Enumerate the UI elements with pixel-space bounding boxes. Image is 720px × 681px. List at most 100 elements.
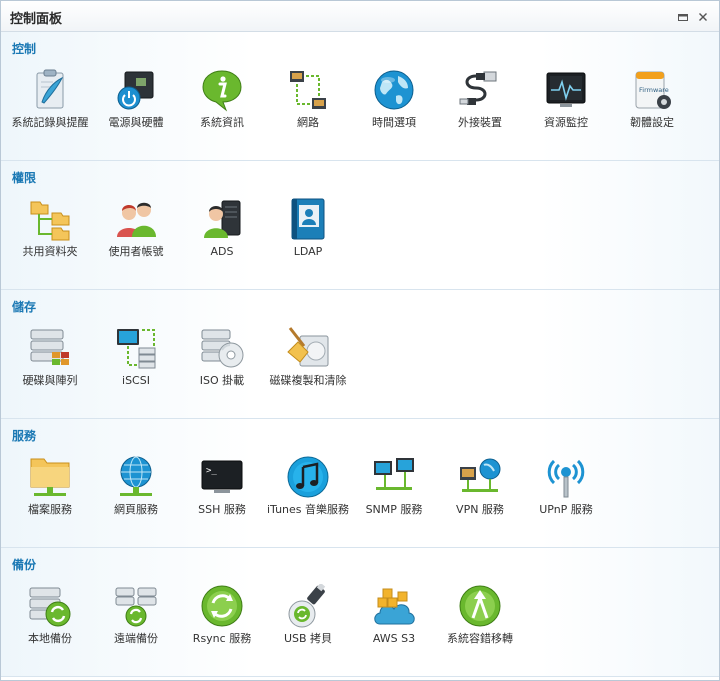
item-iso-mount[interactable]: ISO 掛載 xyxy=(179,324,265,416)
item-snmp-service[interactable]: SNMP 服務 xyxy=(351,453,437,545)
disk-clean-broom-icon xyxy=(286,326,330,370)
item-usb-copy[interactable]: USB 拷貝 xyxy=(265,582,351,674)
web-service-globe-icon xyxy=(114,455,158,499)
title-bar: 控制面板 xyxy=(1,1,719,32)
item-remote-backup[interactable]: 遠端備份 xyxy=(93,582,179,674)
item-system-info[interactable]: 系統資訊 xyxy=(179,66,265,158)
item-file-service[interactable]: 檔案服務 xyxy=(7,453,93,545)
item-ldap[interactable]: LDAP xyxy=(265,195,351,287)
ldap-book-icon xyxy=(286,197,330,241)
control-panel-window: 控制面板 控制 系統記錄與提醒 電源與硬體 系統資訊 網路 時間選項 外接裝置 … xyxy=(0,0,720,681)
item-local-backup[interactable]: 本地備份 xyxy=(7,582,93,674)
item-label: 共用資料夾 xyxy=(22,245,78,258)
failover-icon xyxy=(458,584,502,628)
disk-array-icon xyxy=(28,326,72,370)
item-label: Rsync 服務 xyxy=(192,632,252,645)
item-disk-raid[interactable]: 硬碟與陣列 xyxy=(7,324,93,416)
item-label: USB 拷貝 xyxy=(283,632,333,645)
info-bubble-icon xyxy=(200,68,244,112)
item-itunes-service[interactable]: iTunes 音樂服務 xyxy=(265,453,351,545)
item-power-hardware[interactable]: 電源與硬體 xyxy=(93,66,179,158)
item-label: SSH 服務 xyxy=(198,503,246,516)
item-label: 系統記錄與提醒 xyxy=(11,116,89,129)
item-network[interactable]: 網路 xyxy=(265,66,351,158)
item-label: 網路 xyxy=(297,116,319,129)
item-label: 本地備份 xyxy=(28,632,72,645)
section-title: 儲存 xyxy=(12,300,37,314)
usb-cable-icon xyxy=(458,68,502,112)
item-resource-monitor[interactable]: 資源監控 xyxy=(523,66,609,158)
section-services: 服務 檔案服務 網頁服務 >_ SSH 服務 iTunes 音樂服務 SNMP … xyxy=(1,419,719,548)
item-system-log[interactable]: 系統記錄與提醒 xyxy=(7,66,93,158)
item-upnp-service[interactable]: UPnP 服務 xyxy=(523,453,609,545)
item-aws-s3[interactable]: AWS S3 xyxy=(351,582,437,674)
rsync-icon xyxy=(200,584,244,628)
item-label: 硬碟與陣列 xyxy=(22,374,78,387)
item-rsync-service[interactable]: Rsync 服務 xyxy=(179,582,265,674)
item-label: ADS xyxy=(210,245,234,258)
upnp-antenna-icon xyxy=(544,455,588,499)
vpn-icon xyxy=(458,455,502,499)
item-web-service[interactable]: 網頁服務 xyxy=(93,453,179,545)
item-iscsi[interactable]: iSCSI xyxy=(93,324,179,416)
file-service-folder-icon xyxy=(28,455,72,499)
network-icon xyxy=(286,68,330,112)
iscsi-icon xyxy=(114,326,158,370)
item-vpn-service[interactable]: VPN 服務 xyxy=(437,453,523,545)
item-label: 使用者帳號 xyxy=(108,245,164,258)
music-note-icon xyxy=(286,455,330,499)
control-panel-content: 控制 系統記錄與提醒 電源與硬體 系統資訊 網路 時間選項 外接裝置 資源監控 … xyxy=(1,32,719,680)
item-label: SNMP 服務 xyxy=(365,503,423,516)
item-label: 檔案服務 xyxy=(28,503,72,516)
item-label: 磁碟複製和清除 xyxy=(269,374,347,387)
section-title: 權限 xyxy=(12,171,37,185)
remote-backup-icon xyxy=(114,584,158,628)
item-label: 資源監控 xyxy=(544,116,588,129)
globe-clock-icon xyxy=(372,68,416,112)
item-label: 韌體設定 xyxy=(630,116,674,129)
item-external-devices[interactable]: 外接裝置 xyxy=(437,66,523,158)
section-title: 服務 xyxy=(12,429,37,443)
item-label: 系統容錯移轉 xyxy=(447,632,513,645)
firmware-icon-text: Firmware xyxy=(639,86,669,94)
item-label: iTunes 音樂服務 xyxy=(266,503,350,516)
item-label: ISO 掛載 xyxy=(199,374,245,387)
item-label: 時間選項 xyxy=(372,116,416,129)
item-label: 外接裝置 xyxy=(458,116,502,129)
item-label: 網頁服務 xyxy=(114,503,158,516)
terminal-prompt-text: >_ xyxy=(206,466,217,476)
section-title: 控制 xyxy=(12,42,37,56)
item-label: AWS S3 xyxy=(372,632,416,645)
shared-folder-icon xyxy=(28,197,72,241)
item-label: iSCSI xyxy=(122,374,150,387)
section-privileges: 權限 共用資料夾 使用者帳號 ADS LDAP xyxy=(1,161,719,290)
ads-server-user-icon xyxy=(200,197,244,241)
item-label: 系統資訊 xyxy=(200,116,244,129)
item-time-options[interactable]: 時間選項 xyxy=(351,66,437,158)
restore-icon[interactable] xyxy=(676,9,690,23)
close-icon[interactable] xyxy=(696,9,710,23)
section-storage: 儲存 硬碟與陣列 iSCSI ISO 掛載 磁碟複製和清除 xyxy=(1,290,719,419)
item-label: LDAP xyxy=(293,245,323,258)
item-label: 遠端備份 xyxy=(114,632,158,645)
section-backup: 備份 本地備份 遠端備份 Rsync 服務 USB 拷貝 AWS S3 系統容錯… xyxy=(1,548,719,677)
users-icon xyxy=(114,197,158,241)
item-label: 電源與硬體 xyxy=(108,116,164,129)
item-system-failover[interactable]: 系統容錯移轉 xyxy=(437,582,523,674)
monitor-pulse-icon xyxy=(544,68,588,112)
clipboard-icon xyxy=(28,68,72,112)
local-backup-icon xyxy=(28,584,72,628)
power-hardware-icon xyxy=(114,68,158,112)
usb-copy-icon xyxy=(286,584,330,628)
section-control: 控制 系統記錄與提醒 電源與硬體 系統資訊 網路 時間選項 外接裝置 資源監控 … xyxy=(1,32,719,161)
item-user-accounts[interactable]: 使用者帳號 xyxy=(93,195,179,287)
item-shared-folder[interactable]: 共用資料夾 xyxy=(7,195,93,287)
item-disk-clone-wipe[interactable]: 磁碟複製和清除 xyxy=(265,324,351,416)
aws-s3-cloud-icon xyxy=(372,584,416,628)
item-label: UPnP 服務 xyxy=(539,503,593,516)
item-ssh-service[interactable]: >_ SSH 服務 xyxy=(179,453,265,545)
item-firmware-settings[interactable]: Firmware 韌體設定 xyxy=(609,66,695,158)
item-ads[interactable]: ADS xyxy=(179,195,265,287)
iso-mount-icon xyxy=(200,326,244,370)
terminal-icon: >_ xyxy=(200,455,244,499)
